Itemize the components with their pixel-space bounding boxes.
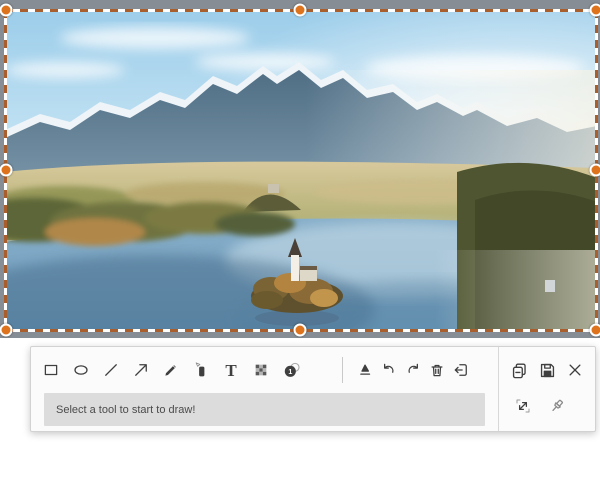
mosaic-tool-button[interactable] <box>246 355 276 385</box>
ellipse-icon <box>74 365 88 375</box>
undo-icon <box>384 363 394 373</box>
undo-button[interactable] <box>377 356 401 384</box>
rectangle-tool-button[interactable] <box>36 355 66 385</box>
tools-row: T 1 <box>31 347 498 393</box>
line-tool-button[interactable] <box>96 355 126 385</box>
lake-mountain-photo <box>5 10 597 330</box>
pencil-icon <box>165 365 176 376</box>
selection-handle-mid-left[interactable] <box>0 163 13 177</box>
close-icon <box>569 364 581 376</box>
line-icon <box>105 364 117 376</box>
save-icon <box>540 363 554 377</box>
mosaic-icon <box>255 364 267 376</box>
pin-button[interactable] <box>545 392 569 420</box>
expand-icon <box>516 399 530 413</box>
ellipse-tool-button[interactable] <box>66 355 96 385</box>
copy-icon <box>512 362 526 378</box>
selection-handle-mid-right[interactable] <box>589 163 600 177</box>
trash-icon <box>431 364 443 377</box>
arrow-icon <box>135 364 147 376</box>
marker-icon <box>195 362 205 377</box>
pencil-tool-button[interactable] <box>156 355 186 385</box>
trash-button[interactable] <box>425 356 449 384</box>
status-message-bar: Select a tool to start to draw! <box>44 393 485 426</box>
toolbar-output-section <box>498 347 595 431</box>
close-button[interactable] <box>563 356 587 384</box>
rectangle-icon <box>44 364 58 376</box>
pin-icon <box>552 399 563 412</box>
save-button[interactable] <box>535 356 559 384</box>
selection-handle-bottom-center[interactable] <box>293 323 307 337</box>
selection-handle-top-left[interactable] <box>0 3 13 17</box>
selection-handle-top-center[interactable] <box>293 3 307 17</box>
expand-button[interactable] <box>511 392 535 420</box>
exit-icon <box>454 364 467 376</box>
status-message-text: Select a tool to start to draw! <box>56 403 196 416</box>
selection-handle-bottom-left[interactable] <box>0 323 13 337</box>
exit-button[interactable] <box>449 356 473 384</box>
selection-handle-top-right[interactable] <box>589 3 600 17</box>
counter-step-icon: 1 <box>284 362 300 377</box>
marker-tool-button[interactable] <box>186 355 216 385</box>
captured-screenshot-image[interactable] <box>5 10 597 330</box>
eraser-icon <box>360 364 371 375</box>
redo-icon <box>408 363 418 373</box>
annotation-toolbar-panel: T 1 Select a tool to start to draw! <box>30 346 596 432</box>
redo-button[interactable] <box>401 356 425 384</box>
text-tool-button[interactable]: T <box>216 355 246 385</box>
toolbar-divider <box>342 357 343 383</box>
output-row-2 <box>505 388 589 424</box>
toolbar-main-section: T 1 Select a tool to start to draw! <box>31 347 498 431</box>
copy-button[interactable] <box>507 356 531 384</box>
svg-text:1: 1 <box>288 367 292 375</box>
counter-step-tool-button[interactable]: 1 <box>276 355 306 385</box>
arrow-tool-button[interactable] <box>126 355 156 385</box>
text-icon: T <box>225 360 237 380</box>
selection-handle-bottom-right[interactable] <box>589 323 600 337</box>
output-row-1 <box>505 352 589 388</box>
eraser-button[interactable] <box>353 356 377 384</box>
